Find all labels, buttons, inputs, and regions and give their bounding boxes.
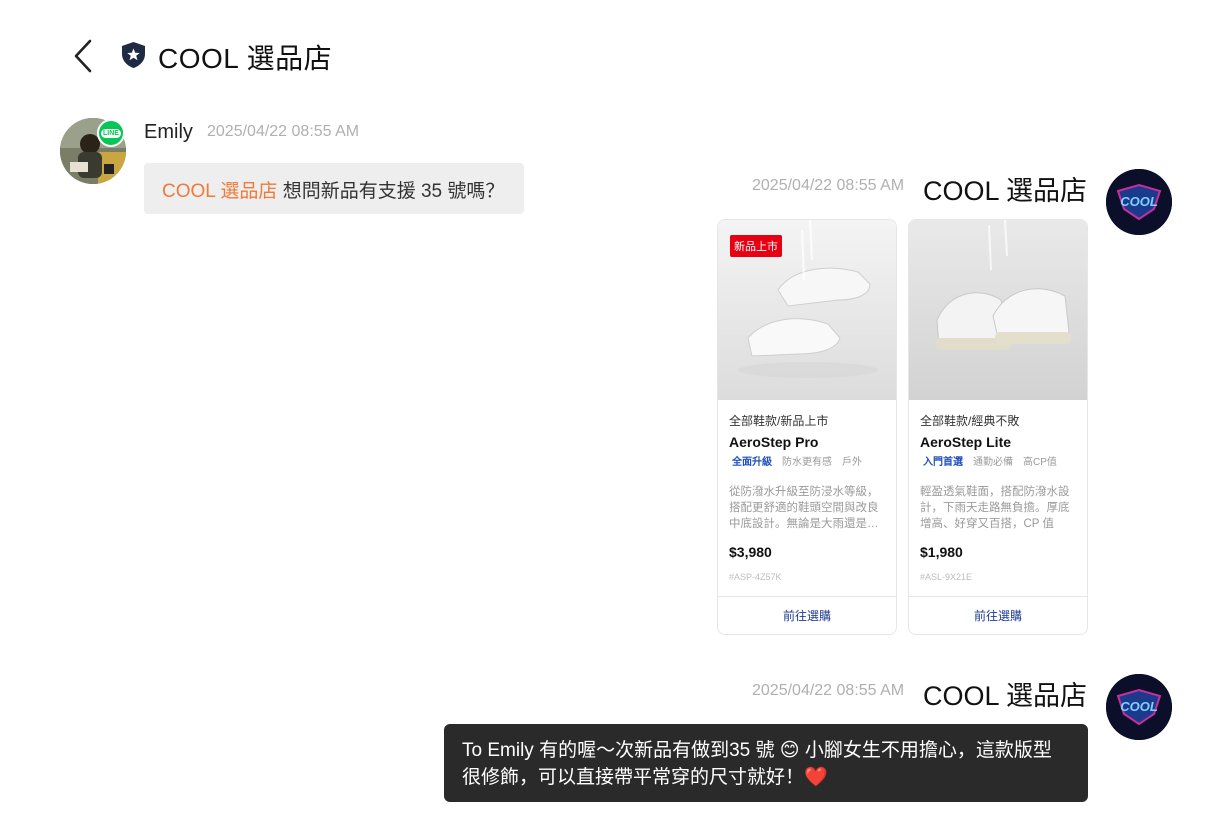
back-button[interactable] — [66, 36, 100, 76]
product-tag: 高CP值 — [1023, 457, 1057, 468]
product-card[interactable]: 新品上市 全部鞋款/新品上市 AeroStep Pro 全面升級 防水更有感 戶… — [717, 219, 897, 635]
chevron-left-icon — [74, 39, 92, 73]
page-title: COOL 選品店 — [158, 43, 333, 74]
new-arrival-badge: 新品上市 — [730, 235, 782, 257]
shop-avatar[interactable]: COOL — [1106, 674, 1172, 740]
shop-now-button[interactable]: 前往選購 — [718, 596, 896, 634]
product-sku: #ASL-9X21E — [920, 572, 973, 582]
svg-text:COOL: COOL — [1120, 194, 1158, 209]
message-timestamp: 2025/04/22 08:55 AM — [752, 177, 905, 194]
product-description: 從防潑水升級至防浸水等級，搭配更舒適的鞋頭空間與改良中底設計。無論是大雨還是… — [729, 486, 879, 530]
incoming-message-bubble: COOL 選品店 想問新品有支援 35 號嗎？ — [144, 163, 524, 214]
shop-now-button[interactable]: 前往選購 — [909, 596, 1087, 634]
product-price: $1,980 — [920, 544, 963, 560]
product-category: 全部鞋款/經典不敗 — [920, 414, 1020, 428]
sender-name: Emily — [144, 121, 193, 143]
shop-avatar[interactable]: COOL — [1106, 169, 1172, 235]
product-tag: 戶外 — [842, 457, 862, 468]
message-timestamp: 2025/04/22 08:55 AM — [207, 123, 360, 140]
shop-mention[interactable]: COOL 選品店 — [162, 181, 277, 202]
sender-name: COOL 選品店 — [922, 681, 1087, 711]
shield-star-icon — [120, 41, 147, 69]
product-price: $3,980 — [729, 544, 772, 560]
outgoing-message-bubble: To Emily 有的喔～次新品有做到35 號 😊 小腳女生不用擔心，這款版型 … — [444, 724, 1088, 802]
message-text: 想問新品有支援 35 號嗎？ — [277, 181, 505, 202]
product-sku: #ASP-4Z57K — [729, 572, 782, 582]
product-name: AeroStep Pro — [729, 434, 819, 450]
product-category: 全部鞋款/新品上市 — [729, 414, 829, 428]
line-app-icon: LINE — [97, 119, 125, 147]
product-tag: 全面升級 — [732, 457, 772, 468]
product-image[interactable] — [909, 220, 1087, 400]
message-text-line: To Emily 有的喔～次新品有做到35 號 😊 小腳女生不用擔心，這款版型 — [462, 740, 1052, 761]
product-card[interactable]: 全部鞋款/經典不敗 AeroStep Lite 入門首選 通勤必備 高CP值 輕… — [908, 219, 1088, 635]
product-name: AeroStep Lite — [920, 434, 1012, 450]
product-description: 輕盈透氣鞋面，搭配防潑水設計，下雨天走路無負擔。厚底增高、好穿又百搭，CP 值超… — [920, 486, 1070, 530]
product-tags: 全面升級 防水更有感 戶外 — [729, 453, 885, 468]
sender-name: COOL 選品店 — [922, 176, 1087, 206]
product-tags: 入門首選 通勤必備 高CP值 — [920, 453, 1076, 468]
message-text-line: 很修飾，可以直接帶平常穿的尺寸就好！❤️ — [462, 767, 828, 788]
product-tag: 入門首選 — [923, 457, 963, 468]
product-tag: 通勤必備 — [973, 457, 1013, 468]
heart-icon: ❤️ — [804, 767, 828, 788]
message-timestamp: 2025/04/22 08:55 AM — [752, 682, 905, 699]
product-image[interactable]: 新品上市 — [718, 220, 896, 400]
svg-text:COOL: COOL — [1120, 699, 1158, 714]
product-tag: 防水更有感 — [782, 457, 832, 468]
